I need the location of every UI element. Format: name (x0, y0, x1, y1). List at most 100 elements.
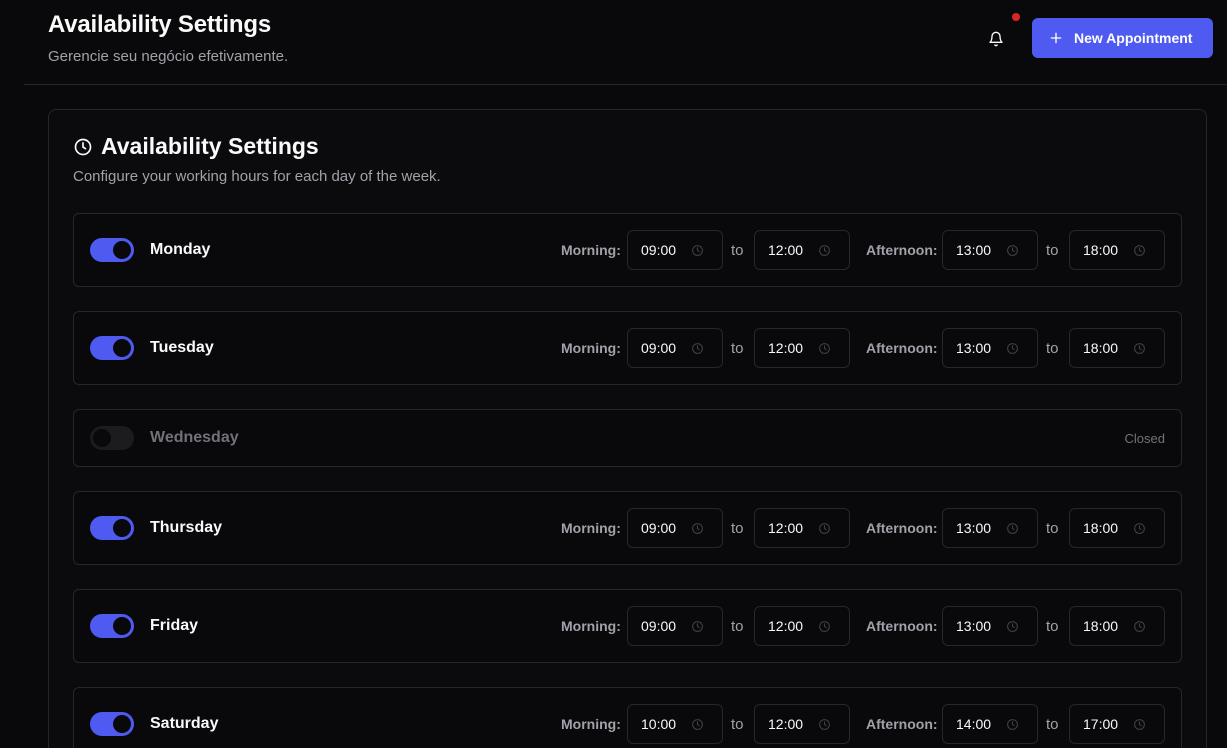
time-value: 13:00 (956, 340, 992, 356)
afternoon-start-input[interactable]: 14:00 (942, 704, 1038, 744)
morning-end-input[interactable]: 12:00 (754, 704, 850, 744)
clock-icon (1006, 244, 1019, 260)
time-value: 13:00 (956, 520, 992, 536)
time-value: 17:00 (1083, 716, 1119, 732)
day-row-monday: Monday Morning: 09:00 to 12:00 Afternoon: 13:0… (73, 213, 1182, 287)
toggle-wednesday[interactable] (90, 426, 134, 450)
day-row-tuesday: Tuesday Morning: 09:00 to 12:00 Afternoon: 13:… (73, 311, 1182, 385)
card-subtitle: Configure your working hours for each da… (73, 168, 441, 185)
toggle-knob (113, 519, 131, 537)
morning-label: Morning: (561, 716, 621, 732)
afternoon-label: Afternoon: (866, 340, 938, 356)
toggle-knob (113, 715, 131, 733)
afternoon-end-input[interactable]: 18:00 (1069, 508, 1165, 548)
clock-icon (818, 342, 831, 358)
clock-icon (691, 522, 704, 538)
afternoon-label: Afternoon: (866, 520, 938, 536)
new-appointment-label: New Appointment (1074, 30, 1193, 46)
bell-icon (989, 31, 1003, 47)
morning-end-input[interactable]: 12:00 (754, 230, 850, 270)
afternoon-end-input[interactable]: 18:00 (1069, 606, 1165, 646)
toggle-knob (113, 617, 131, 635)
time-value: 12:00 (768, 716, 804, 732)
toggle-saturday[interactable] (90, 712, 134, 736)
clock-icon (818, 244, 831, 260)
left-rail (0, 0, 24, 748)
to-label: to (1046, 340, 1059, 357)
morning-end-input[interactable]: 12:00 (754, 508, 850, 548)
morning-start-input[interactable]: 09:00 (627, 606, 723, 646)
time-value: 09:00 (641, 242, 677, 258)
morning-start-input[interactable]: 10:00 (627, 704, 723, 744)
clock-icon (691, 244, 704, 260)
clock-icon (1006, 522, 1019, 538)
to-label: to (1046, 716, 1059, 733)
time-value: 12:00 (768, 340, 804, 356)
morning-start-input[interactable]: 09:00 (627, 508, 723, 548)
app-root: Availability Settings Gerencie seu negóc… (0, 0, 1227, 748)
clock-icon (1133, 244, 1146, 260)
notification-dot (1012, 13, 1020, 21)
page-title: Availability Settings (48, 11, 271, 38)
time-value: 14:00 (956, 716, 992, 732)
afternoon-end-input[interactable]: 18:00 (1069, 328, 1165, 368)
notifications-button[interactable] (979, 22, 1013, 56)
morning-end-input[interactable]: 12:00 (754, 606, 850, 646)
clock-icon (818, 620, 831, 636)
toggle-tuesday[interactable] (90, 336, 134, 360)
to-label: to (1046, 242, 1059, 259)
day-name-tuesday: Tuesday (150, 339, 214, 356)
clock-icon (691, 718, 704, 734)
afternoon-end-input[interactable]: 18:00 (1069, 230, 1165, 270)
time-value: 09:00 (641, 520, 677, 536)
clock-icon (1006, 718, 1019, 734)
clock-icon (691, 342, 704, 358)
toggle-monday[interactable] (90, 238, 134, 262)
time-value: 09:00 (641, 618, 677, 634)
clock-icon (1133, 718, 1146, 734)
clock-icon (1133, 620, 1146, 636)
to-label: to (731, 340, 744, 357)
card-title-text: Availability Settings (101, 133, 319, 159)
time-value: 12:00 (768, 242, 804, 258)
closed-label: Closed (1124, 431, 1165, 446)
afternoon-start-input[interactable]: 13:00 (942, 606, 1038, 646)
morning-label: Morning: (561, 618, 621, 634)
toggle-thursday[interactable] (90, 516, 134, 540)
to-label: to (731, 618, 744, 635)
time-value: 10:00 (641, 716, 677, 732)
morning-end-input[interactable]: 12:00 (754, 328, 850, 368)
clock-icon (1133, 342, 1146, 358)
afternoon-start-input[interactable]: 13:00 (942, 328, 1038, 368)
clock-icon (74, 138, 92, 155)
day-row-wednesday: Wednesday Closed (73, 409, 1182, 467)
morning-start-input[interactable]: 09:00 (627, 328, 723, 368)
day-row-saturday: Saturday Morning: 10:00 to 12:00 Afternoon: 14… (73, 687, 1182, 748)
to-label: to (1046, 520, 1059, 537)
afternoon-start-input[interactable]: 13:00 (942, 230, 1038, 270)
clock-icon (818, 522, 831, 538)
morning-start-input[interactable]: 09:00 (627, 230, 723, 270)
to-label: to (1046, 618, 1059, 635)
toggle-knob (113, 241, 131, 259)
time-value: 09:00 (641, 340, 677, 356)
toggle-knob (113, 339, 131, 357)
toggle-friday[interactable] (90, 614, 134, 638)
afternoon-label: Afternoon: (866, 618, 938, 634)
afternoon-label: Afternoon: (866, 242, 938, 258)
clock-icon (818, 718, 831, 734)
day-name-friday: Friday (150, 617, 199, 634)
time-value: 13:00 (956, 618, 992, 634)
clock-icon (1006, 620, 1019, 636)
afternoon-label: Afternoon: (866, 716, 938, 732)
availability-card: Availability Settings Configure your wor… (48, 109, 1207, 748)
clock-icon (1006, 342, 1019, 358)
time-value: 12:00 (768, 520, 804, 536)
new-appointment-button[interactable]: New Appointment (1032, 18, 1213, 58)
time-value: 18:00 (1083, 340, 1119, 356)
time-value: 18:00 (1083, 520, 1119, 536)
day-row-thursday: Thursday Morning: 09:00 to 12:00 Afternoon: 13… (73, 491, 1182, 565)
clock-icon (691, 620, 704, 636)
afternoon-end-input[interactable]: 17:00 (1069, 704, 1165, 744)
afternoon-start-input[interactable]: 13:00 (942, 508, 1038, 548)
